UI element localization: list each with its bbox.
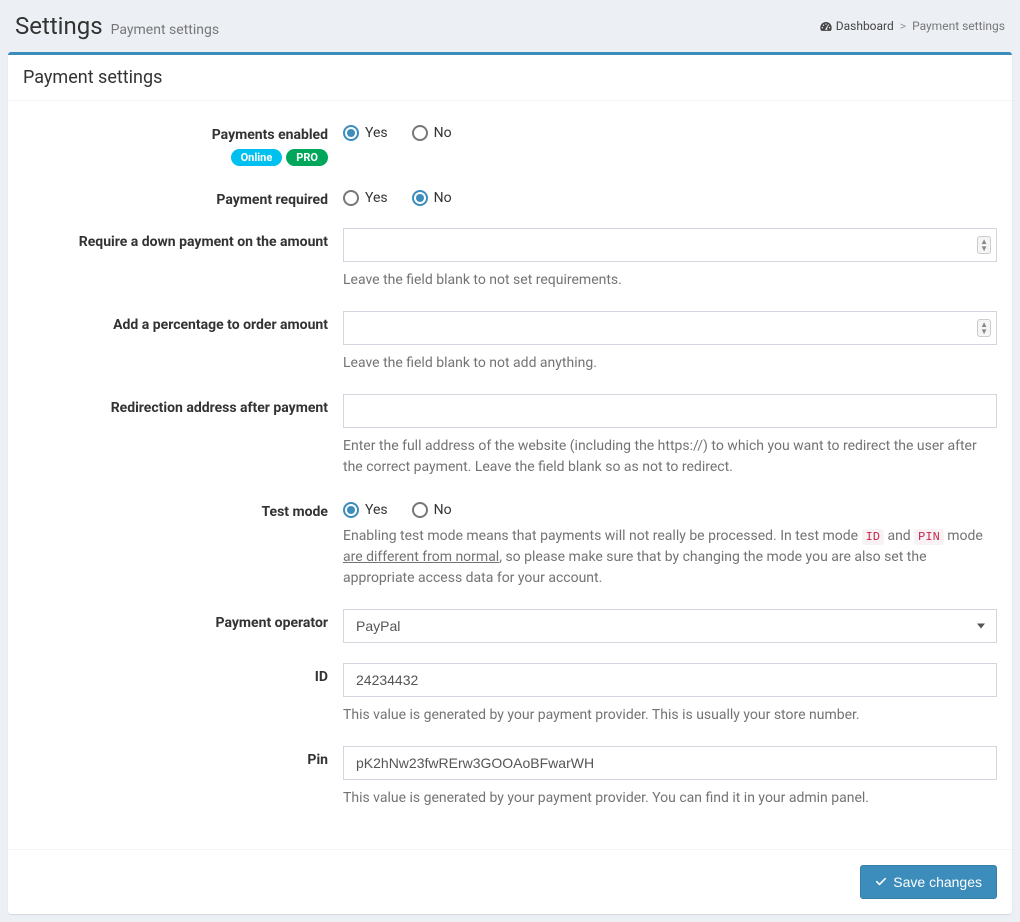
page-header: Settings Payment settings Dashboard > Pa…	[0, 0, 1020, 52]
label-payment-required: Payment required	[216, 192, 328, 208]
label-payment-operator: Payment operator	[216, 615, 328, 631]
panel-header: Payment settings	[8, 55, 1012, 101]
radio-label-no: No	[434, 502, 452, 518]
radio-label-yes: Yes	[365, 125, 388, 141]
id-input[interactable]	[343, 663, 997, 697]
radio-payment-required-no[interactable]: No	[412, 190, 452, 206]
help-add-percentage: Leave the field blank to not add anythin…	[343, 353, 997, 374]
radio-label-no: No	[434, 125, 452, 141]
breadcrumb-dashboard-link[interactable]: Dashboard	[820, 19, 894, 33]
form-group-id: ID This value is generated by your payme…	[23, 663, 997, 726]
panel-body: Payments enabled Online PRO Yes No	[8, 101, 1012, 849]
badge-online: Online	[231, 149, 283, 166]
dashboard-icon	[820, 21, 832, 31]
radio-payments-enabled-no[interactable]: No	[412, 125, 452, 141]
label-id: ID	[315, 669, 328, 685]
radio-icon	[412, 502, 428, 518]
help-down-payment: Leave the field blank to not set require…	[343, 270, 997, 291]
save-button[interactable]: Save changes	[860, 865, 997, 899]
form-group-payments-enabled: Payments enabled Online PRO Yes No	[23, 121, 997, 166]
radio-payments-enabled-yes[interactable]: Yes	[343, 125, 388, 141]
radio-icon	[343, 125, 359, 141]
help-pin: This value is generated by your payment …	[343, 788, 997, 809]
help-test-mode: Enabling test mode means that payments w…	[343, 526, 997, 589]
radio-icon	[343, 502, 359, 518]
pin-input[interactable]	[343, 746, 997, 780]
label-payments-enabled: Payments enabled	[23, 127, 328, 143]
form-group-pin: Pin This value is generated by your paym…	[23, 746, 997, 809]
code-pin: PIN	[914, 529, 944, 545]
breadcrumb-dashboard-label: Dashboard	[836, 19, 894, 33]
label-test-mode: Test mode	[262, 504, 329, 520]
payment-operator-select[interactable]: PayPal	[343, 609, 997, 643]
form-group-payment-operator: Payment operator PayPal	[23, 609, 997, 643]
help-id: This value is generated by your payment …	[343, 705, 997, 726]
radio-icon	[343, 190, 359, 206]
number-stepper[interactable]: ▲▼	[977, 236, 991, 254]
number-stepper[interactable]: ▲▼	[977, 319, 991, 337]
page-title: Settings	[15, 12, 103, 40]
form-group-payment-required: Payment required Yes No	[23, 186, 997, 208]
form-group-redirection: Redirection address after payment Enter …	[23, 394, 997, 478]
label-pin: Pin	[307, 752, 328, 768]
page-subtitle: Payment settings	[111, 22, 219, 38]
radio-icon	[412, 125, 428, 141]
form-group-add-percentage: Add a percentage to order amount ▲▼ Leav…	[23, 311, 997, 374]
redirection-input[interactable]	[343, 394, 997, 428]
breadcrumb-separator: >	[900, 19, 906, 33]
payment-settings-panel: Payment settings Payments enabled Online…	[8, 52, 1012, 914]
radio-label-no: No	[434, 190, 452, 206]
add-percentage-input[interactable]	[343, 311, 997, 345]
radio-payment-required-yes[interactable]: Yes	[343, 190, 388, 206]
save-button-label: Save changes	[893, 874, 982, 890]
radio-icon	[412, 190, 428, 206]
help-redirection: Enter the full address of the website (i…	[343, 436, 997, 478]
radio-test-mode-yes[interactable]: Yes	[343, 502, 388, 518]
radio-label-yes: Yes	[365, 190, 388, 206]
check-icon	[875, 874, 887, 890]
code-id: ID	[862, 529, 884, 545]
radio-test-mode-no[interactable]: No	[412, 502, 452, 518]
panel-footer: Save changes	[8, 849, 1012, 914]
label-redirection: Redirection address after payment	[111, 400, 328, 416]
form-group-test-mode: Test mode Yes No Enabling test mode mean…	[23, 498, 997, 589]
form-group-down-payment: Require a down payment on the amount ▲▼ …	[23, 228, 997, 291]
down-payment-input[interactable]	[343, 228, 997, 262]
badge-pro: PRO	[286, 149, 328, 166]
radio-label-yes: Yes	[365, 502, 388, 518]
label-add-percentage: Add a percentage to order amount	[113, 317, 328, 333]
breadcrumb-current: Payment settings	[912, 19, 1005, 33]
breadcrumb: Dashboard > Payment settings	[820, 19, 1005, 33]
label-down-payment: Require a down payment on the amount	[79, 234, 328, 250]
panel-title: Payment settings	[23, 67, 997, 88]
